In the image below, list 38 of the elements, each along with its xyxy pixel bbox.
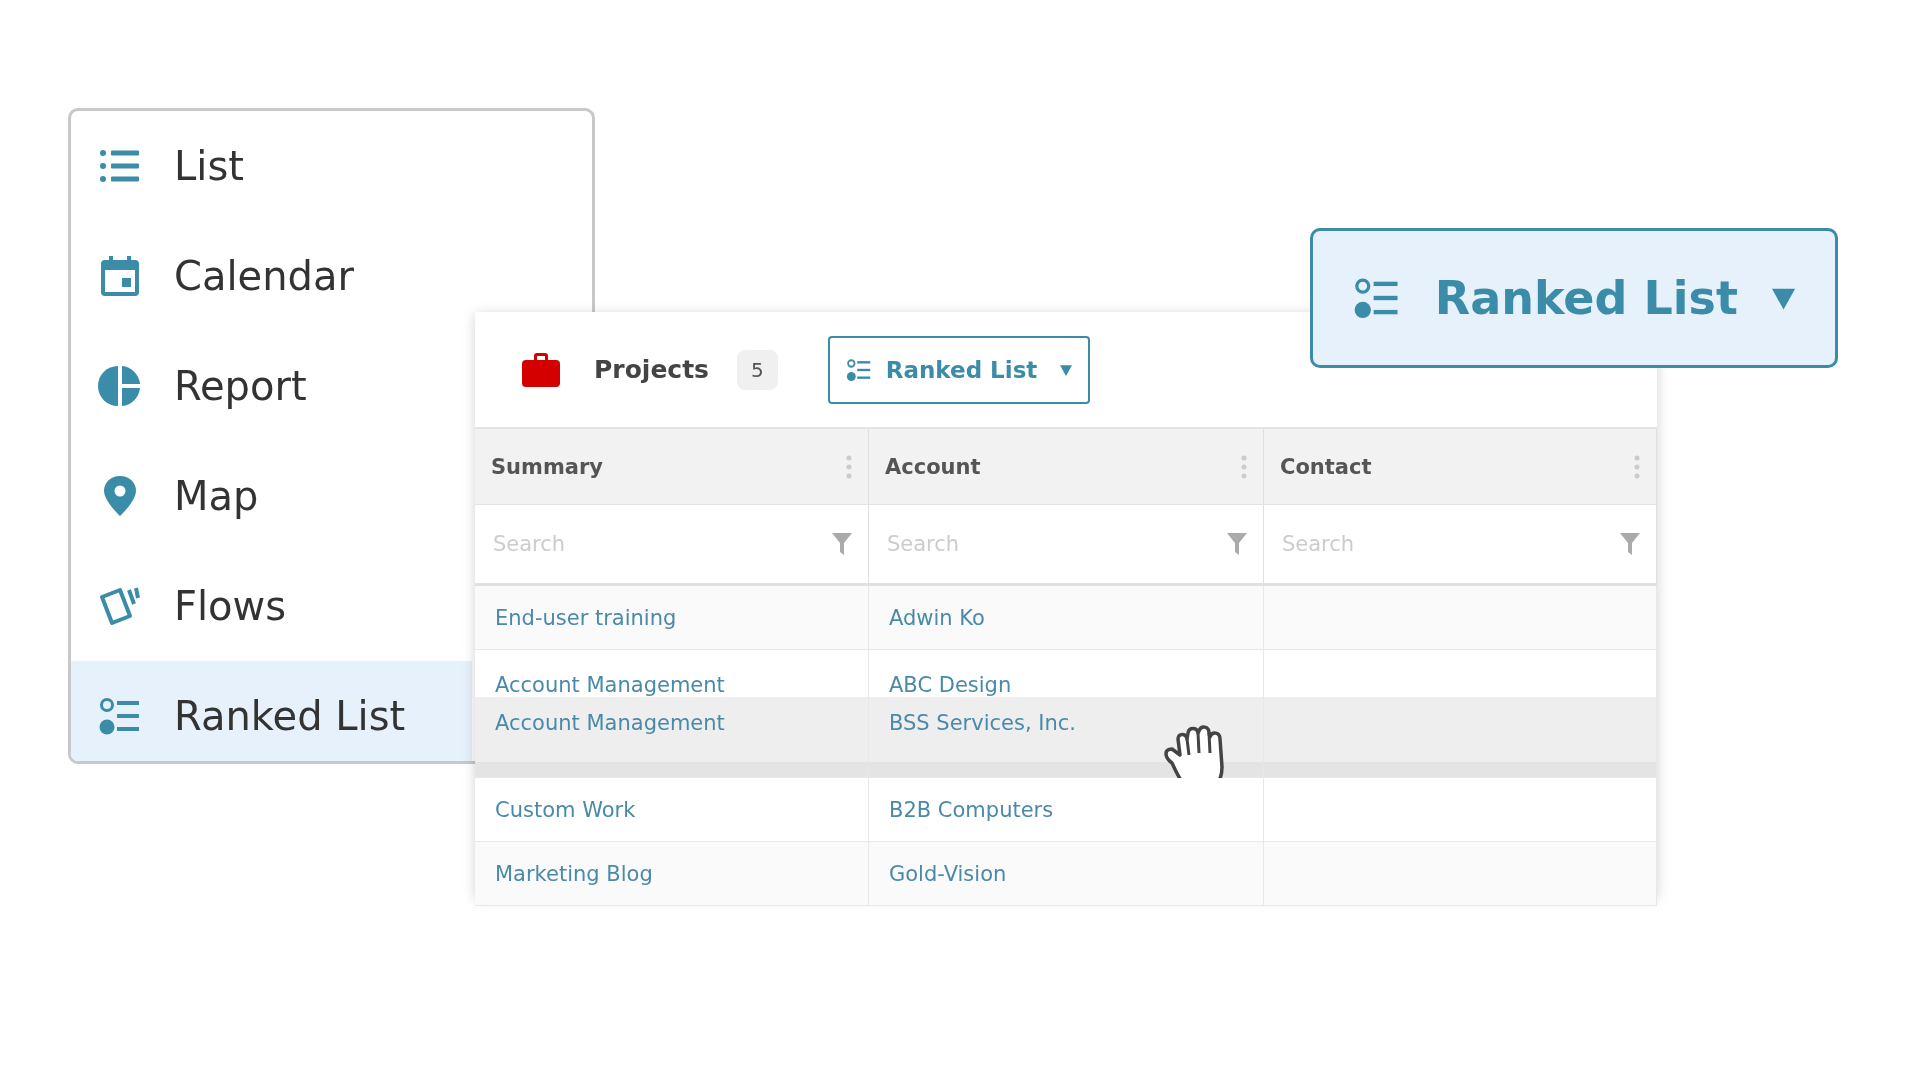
column-header[interactable]: Account: [869, 429, 1264, 504]
view-menu-item[interactable]: Calendar: [71, 221, 472, 331]
view-menu-item[interactable]: List: [71, 111, 472, 221]
caret-icon: [1059, 363, 1072, 376]
column-title: Account: [885, 454, 981, 479]
view-menu-item[interactable]: Ranked List: [71, 661, 472, 761]
filter-icon[interactable]: [832, 533, 852, 555]
filter-icon[interactable]: [1227, 533, 1247, 555]
column-header[interactable]: Contact: [1264, 429, 1657, 504]
filter-icon[interactable]: [1620, 533, 1640, 555]
column-header[interactable]: Summary: [475, 429, 869, 504]
projects-title: Projects: [594, 355, 709, 384]
briefcase-icon: [521, 351, 561, 388]
count-badge: 5: [737, 349, 778, 390]
account-link[interactable]: ABC Design: [889, 673, 1012, 697]
summary-link[interactable]: Account Management: [495, 673, 725, 697]
view-dropdown[interactable]: Ranked List: [1310, 228, 1838, 368]
account-link[interactable]: Gold-Vision: [889, 861, 1007, 886]
view-menu-item[interactable]: Map: [71, 441, 472, 551]
dragged-row[interactable]: Account Management BSS Services, Inc.: [475, 697, 1657, 778]
view-dropdown[interactable]: Ranked List: [827, 335, 1090, 404]
column-title: Contact: [1280, 454, 1372, 479]
pie-chart-icon: [98, 364, 142, 408]
summary-link[interactable]: Account Management: [495, 711, 725, 735]
summary-link[interactable]: Marketing Blog: [495, 861, 653, 886]
column-title: Summary: [491, 454, 604, 479]
kebab-menu-icon[interactable]: [846, 454, 852, 479]
kebab-menu-icon[interactable]: [1241, 454, 1247, 479]
view-menu-item[interactable]: Report: [71, 331, 472, 441]
account-link[interactable]: Adwin Ko: [889, 605, 985, 630]
summary-link[interactable]: Custom Work: [495, 797, 636, 822]
account-link[interactable]: B2B Computers: [889, 797, 1054, 822]
summary-link[interactable]: End-user training: [495, 605, 677, 630]
calendar-icon: [98, 254, 142, 298]
view-menu-item[interactable]: Flows: [71, 551, 472, 661]
kebab-menu-icon[interactable]: [1634, 454, 1640, 479]
ranked-list-icon: [845, 356, 872, 383]
account-link[interactable]: BSS Services, Inc.: [889, 711, 1076, 735]
